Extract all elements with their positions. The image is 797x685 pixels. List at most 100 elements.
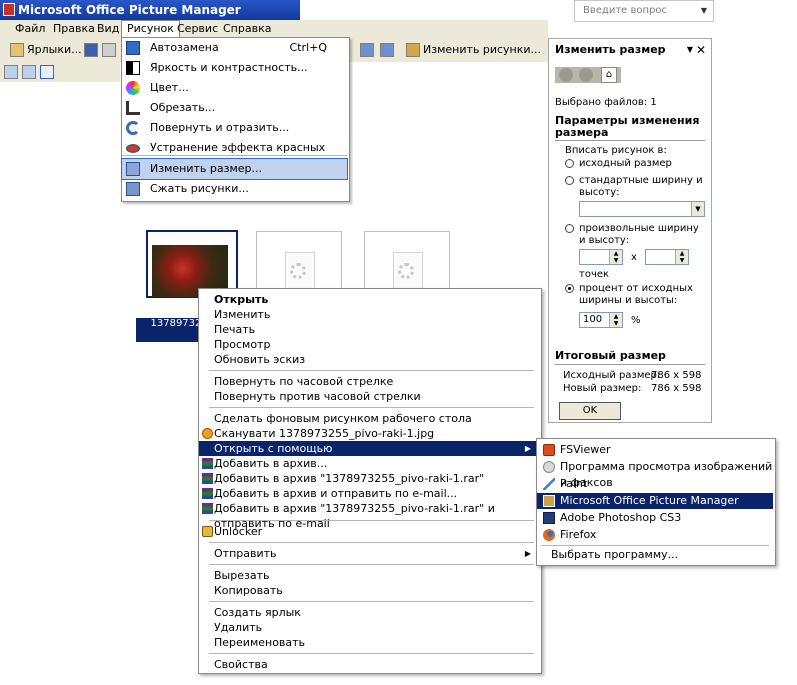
- ctx-rename[interactable]: Переименовать: [199, 635, 539, 650]
- thumbnail-placeholder[interactable]: [256, 231, 342, 293]
- menu-item-resize[interactable]: Изменить размер...: [121, 158, 348, 180]
- print-icon[interactable]: [102, 43, 116, 57]
- menu-item-label: Цвет...: [150, 81, 189, 94]
- menu-tools[interactable]: Сервис: [172, 21, 223, 37]
- ok-button[interactable]: OK: [559, 402, 621, 420]
- ctx-unlocker[interactable]: Unlocker: [199, 524, 539, 539]
- percent-spinner-icon[interactable]: ▲ ▼: [609, 313, 622, 327]
- edit-pictures-icon[interactable]: [406, 43, 420, 57]
- view-toolbar: [0, 62, 120, 82]
- ctx-delete[interactable]: Удалить: [199, 620, 539, 635]
- rotate-left-icon[interactable]: [360, 43, 374, 57]
- ctx-add-archive-named[interactable]: Добавить в архив "1378973255_pivo-raki-1…: [199, 471, 539, 486]
- section-divider: [555, 364, 705, 365]
- ctx-send-to-label: Отправить: [214, 547, 277, 560]
- task-pane-nav: ⌂: [555, 67, 621, 83]
- open-with-paint[interactable]: Paint: [537, 476, 773, 492]
- image-placeholder-icon: [393, 252, 423, 290]
- ctx-scan[interactable]: Сканувати 1378973255_pivo-raki-1.jpg: [199, 426, 539, 441]
- radio-custom-size[interactable]: [565, 224, 574, 233]
- menu-file[interactable]: Файл: [10, 21, 50, 37]
- brightness-icon: [126, 61, 140, 75]
- open-with-picture-manager[interactable]: Microsoft Office Picture Manager: [537, 493, 773, 509]
- forward-icon[interactable]: [579, 68, 593, 82]
- radio-standard-size[interactable]: [565, 176, 574, 185]
- open-with-fsviewer[interactable]: FSViewer: [537, 442, 773, 458]
- ctx-open-with[interactable]: Открыть с помощью ▶: [199, 441, 539, 456]
- edit-pictures-button[interactable]: Изменить рисунки...: [423, 43, 541, 57]
- chevron-down-icon[interactable]: ▼: [687, 39, 693, 61]
- single-view-icon[interactable]: [40, 65, 54, 79]
- percent-value: 100: [583, 314, 603, 325]
- standard-size-select[interactable]: ▼: [579, 201, 705, 217]
- rotate-right-icon[interactable]: [380, 43, 394, 57]
- ctx-open[interactable]: Открыть: [199, 292, 539, 307]
- thumbnail-view-icon[interactable]: [4, 65, 18, 79]
- ctx-create-shortcut[interactable]: Создать ярлык: [199, 605, 539, 620]
- submenu-label: Microsoft Office Picture Manager: [560, 494, 739, 507]
- menu-item-label: Яркость и контрастность...: [150, 61, 308, 74]
- chevron-down-icon[interactable]: ▼: [691, 202, 704, 216]
- menu-item-color[interactable]: Цвет...: [122, 78, 347, 98]
- menu-view[interactable]: Вид: [92, 21, 124, 37]
- ctx-preview[interactable]: Просмотр: [199, 337, 539, 352]
- save-icon[interactable]: [84, 43, 98, 57]
- original-size-value: 786 x 598: [651, 370, 702, 381]
- shortcuts-button[interactable]: Ярлыки...: [27, 43, 82, 57]
- ctx-add-archive-email[interactable]: Добавить в архив и отправить по e-mail..…: [199, 486, 539, 501]
- height-spinner-icon[interactable]: ▲ ▼: [675, 250, 688, 264]
- menu-item-label: Обрезать...: [150, 101, 216, 114]
- ctx-send-to[interactable]: Отправить ▶: [199, 546, 539, 561]
- antivirus-icon: [202, 428, 213, 439]
- new-size-label: Новый размер:: [563, 383, 642, 394]
- menu-separator: [209, 407, 534, 408]
- help-question-box[interactable]: Введите вопрос ▼: [574, 0, 714, 22]
- menu-item-rotate[interactable]: Повернуть и отразить...: [122, 118, 347, 138]
- custom-height-input[interactable]: ▲ ▼: [645, 249, 689, 265]
- filmstrip-view-icon[interactable]: [22, 65, 36, 79]
- chevron-down-icon[interactable]: ▼: [701, 1, 707, 21]
- resize-task-pane: Изменить размер ▼ ✕ ⌂ Выбрано файлов: 1 …: [548, 38, 712, 423]
- thumbnail-placeholder[interactable]: [364, 231, 450, 293]
- task-pane-title: Изменить размер: [555, 43, 666, 56]
- back-icon[interactable]: [559, 68, 573, 82]
- custom-width-input[interactable]: ▲ ▼: [579, 249, 623, 265]
- ctx-add-archive[interactable]: Добавить в архив...: [199, 456, 539, 471]
- firefox-icon: [543, 529, 555, 541]
- shortcuts-icon[interactable]: [10, 43, 24, 57]
- section-divider: [555, 140, 705, 141]
- ctx-refresh-thumbnail[interactable]: Обновить эскиз: [199, 352, 539, 367]
- menu-separator: [209, 542, 534, 543]
- menu-item-crop[interactable]: Обрезать...: [122, 98, 347, 118]
- ctx-cut[interactable]: Вырезать: [199, 568, 539, 583]
- menu-separator: [209, 564, 534, 565]
- radio-percent[interactable]: [565, 284, 574, 293]
- menu-item-shortcut: Ctrl+Q: [289, 41, 327, 54]
- ctx-add-archive-named-email[interactable]: Добавить в архив "1378973255_pivo-raki-1…: [199, 501, 539, 530]
- ctx-properties[interactable]: Свойства: [199, 657, 539, 672]
- home-icon[interactable]: ⌂: [601, 67, 617, 83]
- open-with-photoshop[interactable]: Adobe Photoshop CS3: [537, 510, 773, 526]
- menu-item-autocorrect[interactable]: Автозамена Ctrl+Q: [122, 38, 347, 58]
- ctx-rotate-ccw[interactable]: Повернуть против часовой стрелки: [199, 389, 539, 404]
- menu-separator: [209, 520, 534, 521]
- opt-custom-label: произвольные ширину и высоту:: [579, 223, 699, 246]
- menu-item-compress[interactable]: Сжать рисунки...: [122, 179, 347, 199]
- ctx-set-wallpaper[interactable]: Сделать фоновым рисунком рабочего стола: [199, 411, 539, 426]
- ctx-copy[interactable]: Копировать: [199, 583, 539, 598]
- ctx-rotate-cw[interactable]: Повернуть по часовой стрелке: [199, 374, 539, 389]
- ctx-edit[interactable]: Изменить: [199, 307, 539, 322]
- open-with-choose-program[interactable]: Выбрать программу...: [537, 547, 773, 563]
- menu-help[interactable]: Справка: [218, 21, 276, 37]
- new-size-value: 786 x 598: [651, 383, 702, 394]
- radio-original-size[interactable]: [565, 159, 574, 168]
- ctx-print[interactable]: Печать: [199, 322, 539, 337]
- menu-item-brightness[interactable]: Яркость и контрастность...: [122, 58, 347, 78]
- close-icon[interactable]: ✕: [696, 39, 706, 61]
- paint-icon: [543, 478, 555, 490]
- percent-input[interactable]: 100 ▲ ▼: [579, 312, 623, 328]
- width-spinner-icon[interactable]: ▲ ▼: [609, 250, 622, 264]
- open-with-image-viewer[interactable]: Программа просмотра изображений и факсов: [537, 459, 773, 489]
- open-with-firefox[interactable]: Firefox: [537, 527, 773, 543]
- picture-manager-icon: [543, 495, 555, 507]
